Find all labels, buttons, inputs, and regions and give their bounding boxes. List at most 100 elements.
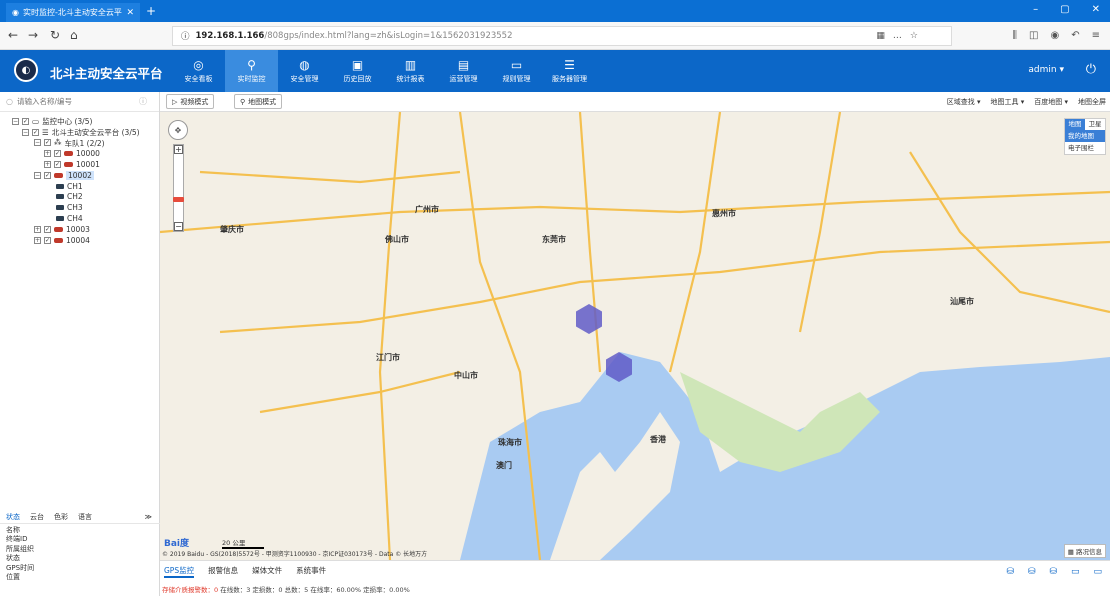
checkbox[interactable]: ✓ [44, 225, 51, 233]
tree-node-channel[interactable]: CH4 [0, 213, 159, 224]
map-copyright: © 2019 Baidu - GS(2018)5572号 - 甲测资字11009… [162, 551, 428, 558]
checkbox[interactable]: ✓ [22, 117, 29, 125]
bottom-tabs: GPS监控 报警信息 媒体文件 系统事件 [160, 565, 326, 578]
zoom-handle[interactable] [173, 197, 184, 202]
traffic-button[interactable]: ▦ 路况信息 [1063, 544, 1106, 558]
undo-icon[interactable]: ↶ [1071, 30, 1079, 41]
menu-reports[interactable]: ▥ 统计报表 [384, 50, 437, 92]
tab-color[interactable]: 色彩 [54, 512, 68, 522]
map-type-map[interactable]: 地图 [1065, 119, 1085, 130]
video-mode-button[interactable]: ▷ 视频模式 [166, 94, 215, 109]
lock-icon[interactable]: ⛁ [1028, 567, 1036, 577]
close-window-icon[interactable]: ✕ [1092, 4, 1100, 15]
checkbox[interactable]: ✓ [44, 236, 51, 244]
menu-history-playback[interactable]: ▣ 历史回放 [331, 50, 384, 92]
more-icon[interactable]: … [893, 31, 902, 41]
checkbox[interactable]: ✓ [54, 150, 61, 158]
window-icon[interactable]: ▭ [1093, 567, 1102, 577]
region-search-button[interactable]: 区域查找 ▾ [947, 97, 981, 107]
window-icon[interactable]: ▭ [1071, 567, 1080, 577]
account-icon[interactable]: ◉ [1050, 30, 1059, 41]
city-label: 广州市 [415, 205, 439, 214]
my-map-option[interactable]: 我的地图 [1065, 130, 1105, 142]
browser-tab[interactable]: ◉ 实时监控-北斗主动安全云平台 ✕ [6, 3, 140, 22]
expand-icon[interactable]: + [44, 161, 51, 169]
vehicle-icon [54, 226, 63, 232]
tab-system-events[interactable]: 系统事件 [296, 565, 326, 578]
prop-gps-time: GPS时间 [6, 563, 35, 572]
tab-media-files[interactable]: 媒体文件 [252, 565, 282, 578]
alarm-count: 存储介质报警数：0 [162, 586, 219, 594]
power-icon[interactable]: ⏻ [1086, 62, 1096, 77]
search-input[interactable] [16, 97, 135, 106]
forward-icon[interactable]: → [28, 28, 38, 42]
checkbox[interactable]: ✓ [54, 161, 61, 169]
chevron-down-icon[interactable]: ≫ [145, 513, 160, 521]
lock-icon[interactable]: ⛁ [1049, 567, 1057, 577]
tree-node-vehicle-selected[interactable]: − ✓ 10002 [0, 170, 159, 181]
url-field[interactable]: ⓘ 192.168.1.166/808gps/index.html?lang=z… [172, 26, 952, 46]
collapse-icon[interactable]: − [12, 117, 19, 125]
checkbox[interactable]: ✓ [44, 171, 51, 179]
bookmark-star-icon[interactable]: ☆ [910, 31, 918, 41]
minimize-icon[interactable]: – [1033, 4, 1038, 15]
map-provider-button[interactable]: 百度地图 ▾ [1034, 97, 1068, 107]
info-tabs: 状态 云台 色彩 语言 ≫ [0, 510, 160, 524]
tree-node-vehicle[interactable]: + ✓ 10004 [0, 235, 159, 246]
tree-node-channel[interactable]: CH1 [0, 181, 159, 192]
new-tab-icon[interactable]: + [146, 4, 156, 18]
map-mode-button[interactable]: ⚲ 地图模式 [234, 94, 283, 109]
url-host: 192.168.1.166 [195, 31, 265, 41]
back-icon[interactable]: ← [8, 28, 18, 42]
menu-safety-board[interactable]: ◎ 安全看板 [172, 50, 225, 92]
tree-node-vehicle[interactable]: + ✓ 10001 [0, 159, 159, 170]
menu-realtime-monitor[interactable]: ⚲ 实时监控 [225, 50, 278, 92]
tree-node-vehicle[interactable]: + ✓ 10003 [0, 224, 159, 235]
tree-node-channel[interactable]: CH3 [0, 202, 159, 213]
menu-rules[interactable]: ▭ 规则管理 [490, 50, 543, 92]
tab-voice[interactable]: 语言 [78, 512, 92, 522]
tab-ptz[interactable]: 云台 [30, 512, 44, 522]
zoom-out-icon[interactable]: − [174, 222, 183, 231]
checkbox[interactable]: ✓ [32, 128, 39, 136]
menu-operations[interactable]: ▤ 运营管理 [437, 50, 490, 92]
expand-icon[interactable]: + [34, 236, 41, 244]
zoom-slider[interactable]: + − [173, 144, 184, 232]
sidebar-icon[interactable]: ◫ [1029, 30, 1038, 41]
zoom-in-icon[interactable]: + [174, 145, 183, 154]
collapse-icon[interactable]: − [22, 128, 29, 136]
pan-icon[interactable]: ✥ [168, 120, 188, 140]
tab-gps-monitor[interactable]: GPS监控 [164, 565, 195, 578]
library-icon[interactable]: ⫼ [1012, 30, 1017, 41]
map-tools-button[interactable]: 地图工具 ▾ [991, 97, 1025, 107]
qr-icon[interactable]: ▦ [876, 31, 885, 41]
collapse-icon[interactable]: − [34, 139, 41, 147]
expand-icon[interactable]: + [44, 150, 51, 158]
reload-icon[interactable]: ↻ [50, 28, 60, 42]
tab-status[interactable]: 状态 [6, 512, 20, 522]
home-icon[interactable]: ⌂ [70, 28, 78, 42]
geofence-option[interactable]: 电子围栏 [1065, 142, 1105, 154]
tree-node-platform[interactable]: − ✓ ☰ 北斗主动安全云平台 (3/5) [0, 127, 159, 138]
maximize-icon[interactable]: ▢ [1060, 4, 1069, 15]
menu-safety-management[interactable]: ◍ 安全管理 [278, 50, 331, 92]
fullscreen-button[interactable]: 地图全屏 [1078, 97, 1106, 107]
menu-server[interactable]: ☰ 服务器管理 [543, 50, 596, 92]
checkbox[interactable]: ✓ [44, 139, 51, 147]
bottom-panel: GPS监控 报警信息 媒体文件 系统事件 ⛁ ⛁ ⛁ ▭ ▭ 存储介质报警数：0… [160, 560, 1110, 596]
expand-icon[interactable]: + [34, 225, 41, 233]
lock-icon[interactable]: ⛁ [1006, 567, 1014, 577]
close-tab-icon[interactable]: ✕ [126, 8, 134, 18]
tree-node-channel[interactable]: CH2 [0, 192, 159, 203]
hamburger-menu-icon[interactable]: ≡ [1092, 30, 1100, 41]
tree-node-root[interactable]: − ✓ ▭ 监控中心 (3/5) [0, 116, 159, 127]
tab-alarms[interactable]: 报警信息 [208, 565, 238, 578]
tree-node-team[interactable]: − ✓ ⁂ 车队1 (2/2) [0, 138, 159, 149]
tree-node-vehicle[interactable]: + ✓ 10000 [0, 148, 159, 159]
info-icon[interactable]: ⓘ [139, 96, 147, 107]
map-type-switch: 地图 卫星 我的地图 电子围栏 [1064, 118, 1106, 155]
map-type-satellite[interactable]: 卫星 [1085, 119, 1105, 130]
user-menu[interactable]: admin ▾ [1028, 65, 1064, 75]
map-canvas[interactable]: 肇庆市 广州市 佛山市 东莞市 惠州市 江门市 中山市 珠海市 澳门 香港 汕尾… [160, 112, 1110, 560]
collapse-icon[interactable]: − [34, 171, 41, 179]
